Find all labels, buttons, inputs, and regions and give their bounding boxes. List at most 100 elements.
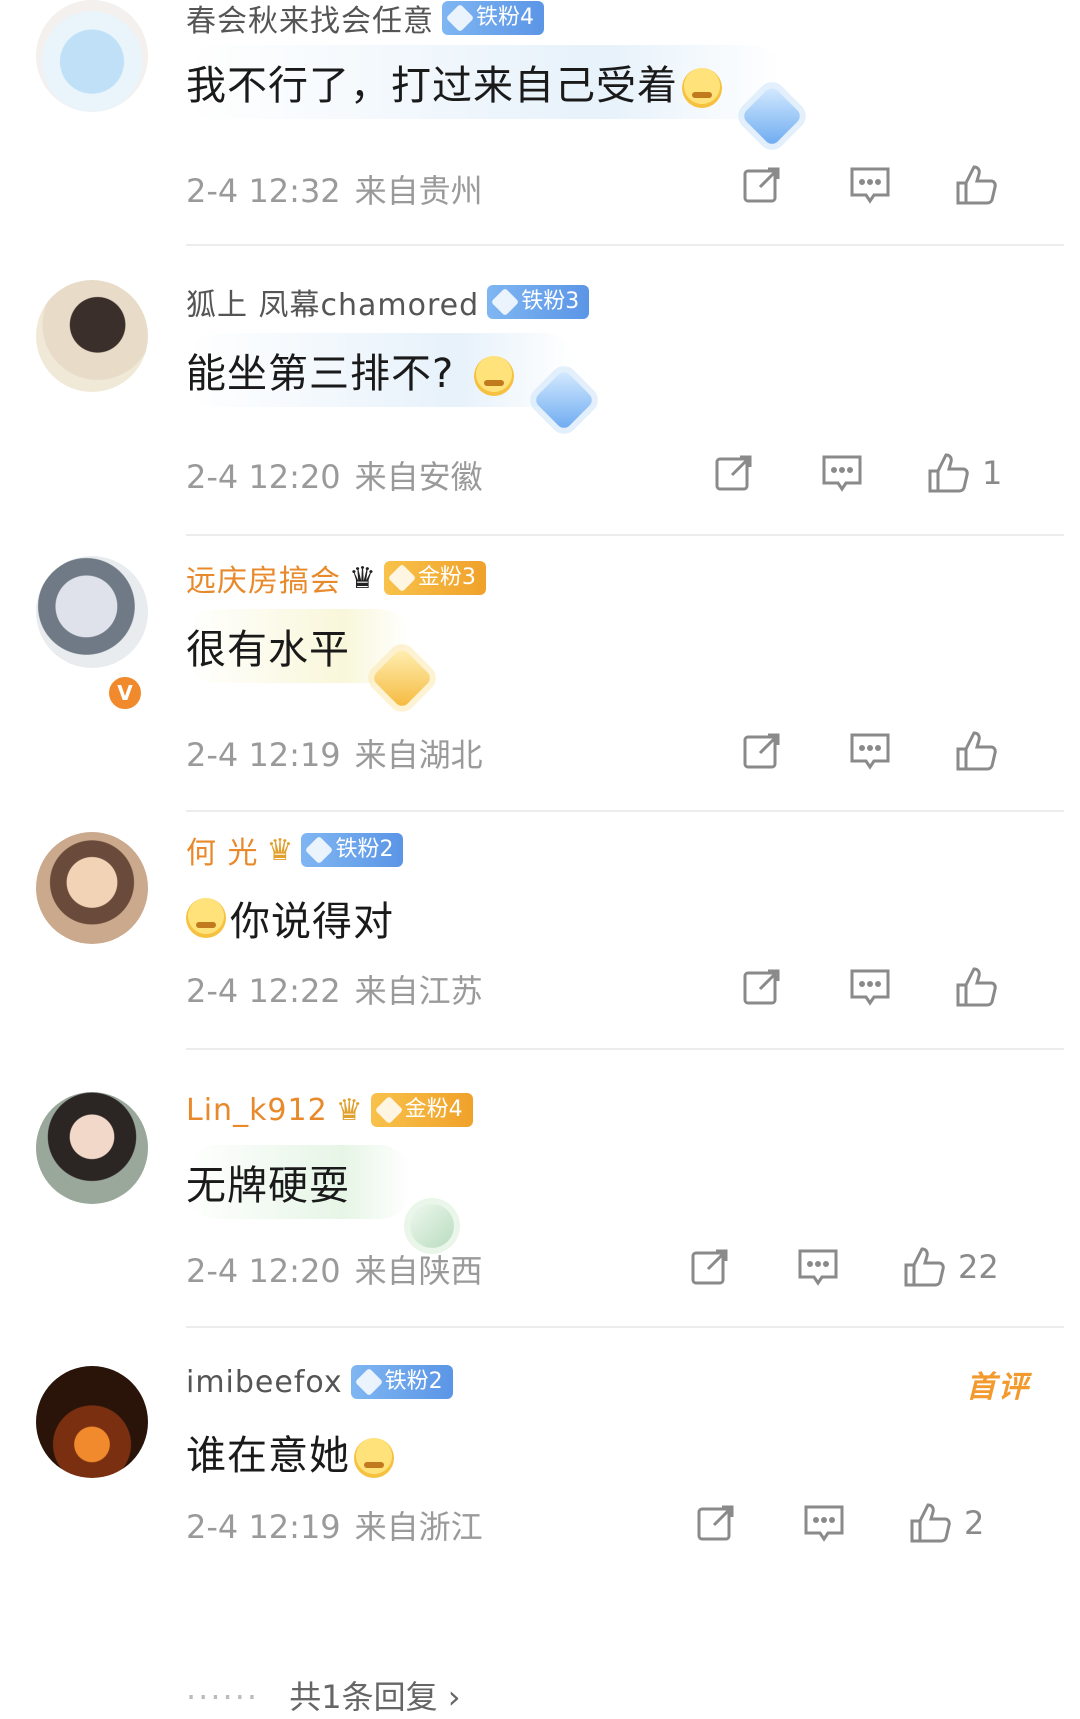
comment-icon <box>804 1505 844 1542</box>
username[interactable]: imibeefox <box>186 1365 343 1400</box>
comment-location: 来自陕西 <box>354 1252 483 1290</box>
share-icon <box>697 1505 734 1541</box>
first-comment-tag: 首评 <box>966 1370 1030 1405</box>
share-icon <box>743 969 780 1005</box>
crown-icon: ♛ <box>266 832 294 868</box>
reply-button[interactable] <box>848 726 892 776</box>
comment-location: 来自安徽 <box>354 458 483 496</box>
fan-badge[interactable]: 铁粉4 <box>442 1 544 35</box>
thumbs-up-icon <box>956 165 997 205</box>
comment-actions <box>740 962 1080 1012</box>
comment-text-row: 我不行了，打过来自己受着 <box>186 45 782 119</box>
username[interactable]: 狐上 凤幕chamored <box>186 280 479 324</box>
thumbs-up-icon <box>956 967 997 1007</box>
comment-text: 无牌硬耍 <box>186 1145 410 1219</box>
verified-icon: V <box>106 674 144 712</box>
comment-text-row: 谁在意她 <box>186 1422 454 1482</box>
comment-item: 何 光 ♛ 铁粉2 你说得对 2-4 12:22 来自江苏 <box>0 816 1080 1116</box>
avatar[interactable] <box>36 280 148 392</box>
thumbs-up-icon <box>956 731 997 771</box>
avatar[interactable] <box>36 832 148 944</box>
like-button[interactable] <box>954 160 1010 210</box>
username[interactable]: 何 光 <box>186 828 259 872</box>
comment-text-content: 我不行了，打过来自己受着 <box>186 63 678 109</box>
comment-text-content: 能坐第三排不? <box>186 351 455 397</box>
comment-icon <box>822 455 862 492</box>
like-button[interactable]: 1 <box>926 448 1002 498</box>
comment-actions: 1 <box>712 448 1052 498</box>
comment-actions <box>740 726 1080 776</box>
thumbs-up-icon <box>910 1503 951 1543</box>
thumbs-up-icon <box>928 453 969 493</box>
avatar[interactable] <box>36 556 148 668</box>
comment-meta: 2-4 12:19 来自湖北 <box>186 730 483 776</box>
divider <box>186 244 1064 246</box>
reply-button[interactable] <box>820 448 864 498</box>
diamond-icon <box>410 1204 454 1248</box>
comment-icon <box>850 167 890 204</box>
comment-meta: 2-4 12:20 来自安徽 <box>186 452 483 498</box>
comment-icon <box>850 969 890 1006</box>
crown-icon: ♛ <box>335 1092 363 1128</box>
reply-button[interactable] <box>848 160 892 210</box>
avatar[interactable] <box>36 1366 148 1478</box>
share-icon <box>691 1249 728 1285</box>
share-button[interactable] <box>740 160 784 210</box>
fan-badge[interactable]: 铁粉3 <box>487 285 590 319</box>
username[interactable]: Lin_k912 <box>186 1093 328 1128</box>
share-icon <box>743 733 780 769</box>
comment-location: 来自江苏 <box>354 972 483 1010</box>
comment-actions: 2 <box>694 1498 1034 1548</box>
username[interactable]: 春会秋来找会任意 <box>186 0 434 40</box>
comment-item: imibeefox 铁粉2 首评 谁在意她 2-4 12:19 来自浙江 2 <box>0 1348 1080 1648</box>
comment-text-row: 你说得对 <box>186 888 394 948</box>
like-count: 2 <box>964 1504 985 1542</box>
like-button[interactable]: 22 <box>902 1242 999 1292</box>
share-icon <box>715 455 752 491</box>
username[interactable]: 远庆房搞会 <box>186 556 341 600</box>
more-replies-link[interactable]: 共1条回复 › <box>289 1678 460 1716</box>
like-button[interactable] <box>954 962 1010 1012</box>
divider <box>186 810 1064 812</box>
share-button[interactable] <box>688 1242 732 1292</box>
reply-button[interactable] <box>802 1498 846 1548</box>
comment-date: 2-4 12:19 <box>186 1508 341 1546</box>
comment-text: 我不行了，打过来自己受着 <box>186 45 782 119</box>
name-row: 春会秋来找会任意 铁粉4 <box>186 0 544 40</box>
comment-location: 来自浙江 <box>354 1508 483 1546</box>
like-button[interactable]: 2 <box>908 1498 984 1548</box>
fan-badge[interactable]: 金粉3 <box>383 561 486 595</box>
divider <box>186 534 1064 536</box>
share-icon <box>743 167 780 203</box>
comment-text-row: 很有水平 <box>186 609 410 683</box>
comment-date: 2-4 12:19 <box>186 736 341 774</box>
fan-badge[interactable]: 铁粉2 <box>301 833 404 867</box>
name-row: imibeefox 铁粉2 <box>186 1362 453 1402</box>
fan-badge[interactable]: 铁粉2 <box>350 1365 453 1399</box>
comment-meta: 2-4 12:32 来自贵州 <box>186 166 483 212</box>
comment-actions: 22 <box>688 1242 1028 1292</box>
share-button[interactable] <box>740 962 784 1012</box>
emoji-icon <box>682 68 722 108</box>
comment-text: 能坐第三排不? <box>186 333 575 407</box>
comment-text: 谁在意她 <box>186 1415 454 1489</box>
reply-button[interactable] <box>848 962 892 1012</box>
thumbs-up-icon <box>904 1247 945 1287</box>
fan-badge[interactable]: 金粉4 <box>370 1093 473 1127</box>
comment-location: 来自湖北 <box>354 736 483 774</box>
comment-date: 2-4 12:20 <box>186 458 341 496</box>
comment-text-row: 无牌硬耍 <box>186 1145 410 1219</box>
like-button[interactable] <box>954 726 1010 776</box>
avatar[interactable] <box>36 0 148 112</box>
avatar[interactable] <box>36 1092 148 1204</box>
share-button[interactable] <box>694 1498 738 1548</box>
reply-button[interactable] <box>796 1242 840 1292</box>
share-button[interactable] <box>712 448 756 498</box>
share-button[interactable] <box>740 726 784 776</box>
comment-meta: 2-4 12:19 来自浙江 <box>186 1502 483 1548</box>
divider <box>186 1326 1064 1328</box>
comment-text-content: 谁在意她 <box>186 1433 350 1479</box>
comment-item: 春会秋来找会任意 铁粉4 我不行了，打过来自己受着 2-4 12:32 来自贵州 <box>0 0 1080 290</box>
comment-meta: 2-4 12:20 来自陕西 <box>186 1246 483 1292</box>
name-row: 远庆房搞会 ♛ 金粉3 <box>186 556 486 600</box>
